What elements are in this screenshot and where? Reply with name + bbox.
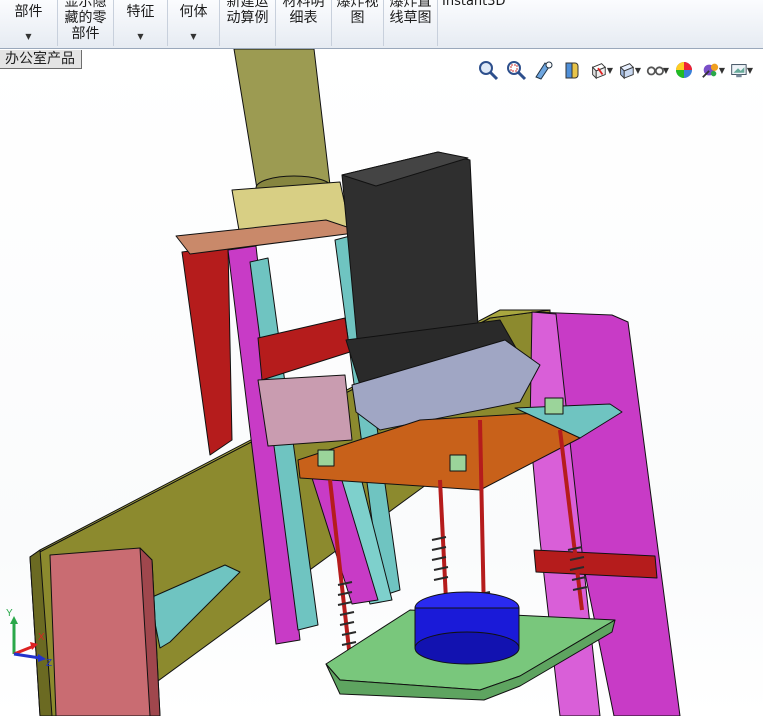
command-manager-ribbon: 部件 ▼ 显示隐 藏的零 部件 特征 ▼ 何体 ▼ 新建运 动算例 材料明 细表… (0, 0, 763, 49)
chevron-down-icon[interactable]: ▼ (607, 66, 613, 75)
tab-label: 办公室产品 (5, 51, 75, 67)
ribbon-label: 显示隐 (64, 0, 107, 10)
x-axis (13, 644, 35, 656)
chevron-down-icon[interactable]: ▼ (0, 32, 57, 42)
hide-show-items-icon[interactable] (673, 58, 697, 82)
ribbon-label: 图 (350, 10, 365, 26)
chevron-down-icon[interactable]: ▼ (168, 32, 219, 42)
ribbon-label: 部件 (71, 26, 100, 42)
tab-office-products[interactable]: 办公室产品 (0, 50, 82, 69)
chevron-down-icon[interactable]: ▼ (635, 66, 641, 75)
ribbon-label: 动算例 (226, 10, 269, 26)
ribbon-label: 特征 (126, 4, 155, 20)
z-axis-label: Z (46, 658, 52, 666)
heads-up-view-toolbar: ▼ ▼ ▼ ▼ ▼ (477, 58, 753, 82)
edit-appearance-icon[interactable]: ▼ (701, 58, 725, 82)
chevron-down-icon[interactable]: ▼ (747, 66, 753, 75)
ribbon-button-explode-line-sketch[interactable]: 爆炸直 线草图 (384, 0, 438, 46)
section-view-icon[interactable] (561, 58, 585, 82)
apply-scene-icon[interactable]: ▼ (729, 58, 753, 82)
zoom-to-area-icon[interactable] (505, 58, 529, 82)
chevron-down-icon[interactable]: ▼ (663, 66, 669, 75)
red-back-block (181, 245, 233, 456)
blue-cylinder-bottom (414, 631, 520, 665)
x-axis-arrow-icon (30, 642, 38, 650)
ribbon-label: 线草图 (389, 10, 432, 26)
z-axis-arrow-icon (38, 654, 46, 662)
ribbon-button-bill-of-materials[interactable]: 材料明 细表 (276, 0, 332, 46)
ribbon-label: 材料明 (282, 0, 325, 10)
ribbon-button-features[interactable]: 特征 ▼ (114, 0, 168, 46)
previous-view-icon[interactable] (533, 58, 557, 82)
ribbon-label: 部件 (14, 4, 43, 20)
reference-triad: Y X Z (6, 608, 52, 666)
chevron-down-icon[interactable]: ▼ (719, 66, 725, 75)
ribbon-label: 新建运 (226, 0, 269, 10)
ribbon-label: 爆炸视 (336, 0, 379, 10)
pink-slider-block (257, 374, 353, 447)
ribbon-label: 何体 (179, 4, 208, 20)
ribbon-button-new-motion-study[interactable]: 新建运 动算例 (220, 0, 276, 46)
ribbon-label: Instant3D (442, 0, 506, 9)
ribbon-button-exploded-view[interactable]: 爆炸视 图 (332, 0, 384, 46)
ribbon-button-show-hidden-components[interactable]: 显示隐 藏的零 部件 (58, 0, 114, 46)
chevron-down-icon[interactable]: ▼ (114, 32, 167, 42)
dynamic-annotation-view-icon[interactable]: ▼ (589, 58, 613, 82)
lead-screw-tube (233, 49, 331, 196)
ribbon-label: 细表 (289, 10, 318, 26)
zoom-to-fit-icon[interactable] (477, 58, 501, 82)
graphics-area[interactable]: 办公室产品 ▼ ▼ ▼ ▼ ▼ Y X Z (0, 49, 763, 716)
y-axis-label: Y (6, 608, 13, 619)
x-axis-label: X (38, 632, 45, 643)
ribbon-button-instant3d[interactable]: Instant3D (438, 0, 508, 46)
assembly-model[interactable] (0, 49, 763, 716)
z-axis (13, 652, 41, 660)
display-style-icon[interactable]: ▼ (645, 58, 669, 82)
view-orientation-icon[interactable]: ▼ (617, 58, 641, 82)
ribbon-label: 爆炸直 (389, 0, 432, 10)
ribbon-button-assembly[interactable]: 部件 ▼ (0, 0, 58, 46)
ribbon-button-geometry[interactable]: 何体 ▼ (168, 0, 220, 46)
ribbon-label: 藏的零 (64, 10, 107, 26)
